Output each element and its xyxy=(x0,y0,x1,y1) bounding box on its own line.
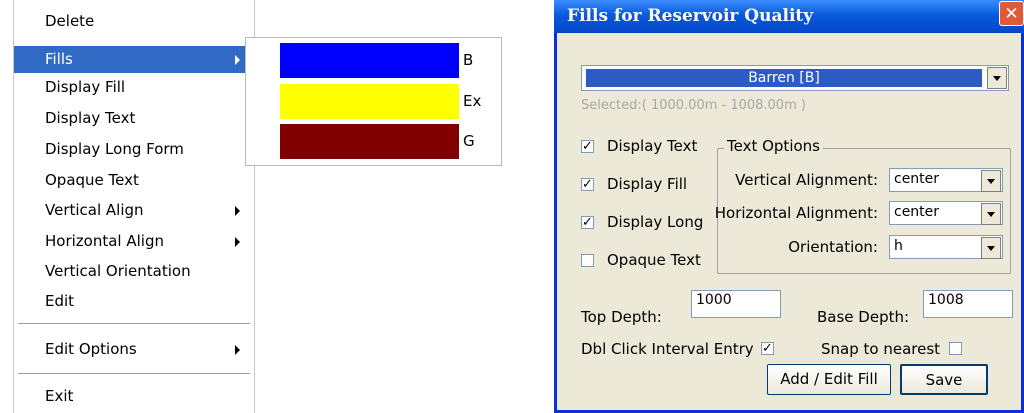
fill-combobox[interactable]: Barren [B] xyxy=(581,65,1009,91)
dialog-titlebar[interactable]: Fills for Reservoir Quality ✕ xyxy=(554,0,1024,33)
menu-item-label: Vertical Orientation xyxy=(45,262,191,280)
menu-item-vertical-align[interactable]: Vertical Align xyxy=(14,197,254,224)
close-icon[interactable]: ✕ xyxy=(999,1,1024,26)
menu-item-label: Display Long Form xyxy=(45,140,184,158)
menu-item-label: Opaque Text xyxy=(45,171,139,189)
menu-item-label: Horizontal Align xyxy=(45,232,164,250)
top-depth-label: Top Depth: xyxy=(581,308,662,326)
save-button[interactable]: Save xyxy=(900,364,988,395)
horizontal-alignment-select[interactable]: center xyxy=(889,201,1003,225)
chevron-down-icon[interactable] xyxy=(987,67,1007,89)
display-text-checkbox[interactable]: ✓ xyxy=(581,140,594,153)
display-fill-checkbox[interactable]: ✓ xyxy=(581,178,594,191)
dbl-click-checkbox[interactable]: ✓ xyxy=(761,342,774,355)
vertical-alignment-value: center xyxy=(894,171,940,187)
add-edit-fill-button[interactable]: Add / Edit Fill xyxy=(767,364,891,395)
display-long-checkbox[interactable]: ✓ xyxy=(581,216,594,229)
submenu-arrow-icon xyxy=(235,55,240,65)
orientation-label: Orientation: xyxy=(788,238,878,256)
menu-item-label: Edit Options xyxy=(45,340,137,358)
menu-item-edit[interactable]: Edit xyxy=(14,288,254,315)
submenu-arrow-icon xyxy=(235,206,240,216)
menu-item-label: Edit xyxy=(45,292,75,310)
fills-submenu: B Ex G xyxy=(245,37,502,166)
menu-item-exit[interactable]: Exit xyxy=(14,383,254,410)
chevron-down-icon[interactable] xyxy=(981,170,1001,192)
horizontal-alignment-value: center xyxy=(894,204,940,220)
menu-separator xyxy=(18,323,250,325)
menu-separator xyxy=(18,373,250,375)
menu-item-label: Display Fill xyxy=(45,78,126,96)
base-depth-label: Base Depth: xyxy=(817,308,910,326)
menu-item-label: Display Text xyxy=(45,109,136,127)
snap-checkbox[interactable] xyxy=(949,342,962,355)
menu-item-edit-options[interactable]: Edit Options xyxy=(14,336,254,363)
menu-item-label: Delete xyxy=(45,12,95,30)
orientation-select[interactable]: h xyxy=(889,235,1003,259)
menu-item-fills[interactable]: Fills xyxy=(14,46,254,73)
menu-item-display-fill[interactable]: Display Fill xyxy=(14,74,254,101)
menu-item-delete[interactable]: Delete xyxy=(14,8,254,35)
horizontal-alignment-label: Horizontal Alignment: xyxy=(714,204,878,222)
opaque-text-checkbox[interactable] xyxy=(581,254,594,267)
fill-label-g[interactable]: G xyxy=(463,124,475,159)
fill-label-ex[interactable]: Ex xyxy=(463,84,481,119)
context-menu: Delete Fills Display Fill Display Text D… xyxy=(13,0,255,413)
snap-label: Snap to nearest xyxy=(821,340,941,358)
menu-item-label: Exit xyxy=(45,387,74,405)
menu-item-display-long-form[interactable]: Display Long Form xyxy=(14,136,254,163)
fills-dialog: Fills for Reservoir Quality ✕ Barren [B]… xyxy=(554,0,1024,413)
top-depth-input[interactable]: 1000 xyxy=(691,290,781,318)
menu-item-display-text[interactable]: Display Text xyxy=(14,105,254,132)
menu-item-opaque-text[interactable]: Opaque Text xyxy=(14,167,254,194)
opaque-text-label: Opaque Text xyxy=(607,251,701,269)
menu-item-label: Fills xyxy=(45,50,73,68)
fill-combobox-value: Barren [B] xyxy=(586,69,982,87)
fill-swatch-b[interactable] xyxy=(280,43,459,78)
dialog-title: Fills for Reservoir Quality xyxy=(567,6,814,26)
fill-label-b[interactable]: B xyxy=(463,43,473,78)
menu-item-vertical-orientation[interactable]: Vertical Orientation xyxy=(14,258,254,285)
selected-range-text: Selected:( 1000.00m - 1008.00m ) xyxy=(581,98,806,113)
vertical-alignment-label: Vertical Alignment: xyxy=(735,171,878,189)
chevron-down-icon[interactable] xyxy=(981,203,1001,225)
menu-item-label: Vertical Align xyxy=(45,201,144,219)
fill-swatch-ex[interactable] xyxy=(280,84,459,119)
orientation-value: h xyxy=(894,238,903,254)
menu-item-horizontal-align[interactable]: Horizontal Align xyxy=(14,228,254,255)
submenu-arrow-icon xyxy=(235,345,240,355)
base-depth-input[interactable]: 1008 xyxy=(923,290,1013,318)
display-long-label: Display Long xyxy=(607,213,704,231)
display-text-label: Display Text xyxy=(607,137,698,155)
fill-swatch-g[interactable] xyxy=(280,124,459,159)
chevron-down-icon[interactable] xyxy=(981,237,1001,259)
display-fill-label: Display Fill xyxy=(607,175,688,193)
text-options-title: Text Options xyxy=(724,137,823,155)
submenu-arrow-icon xyxy=(235,237,240,247)
vertical-alignment-select[interactable]: center xyxy=(889,168,1003,192)
dbl-click-label: Dbl Click Interval Entry xyxy=(581,340,754,358)
